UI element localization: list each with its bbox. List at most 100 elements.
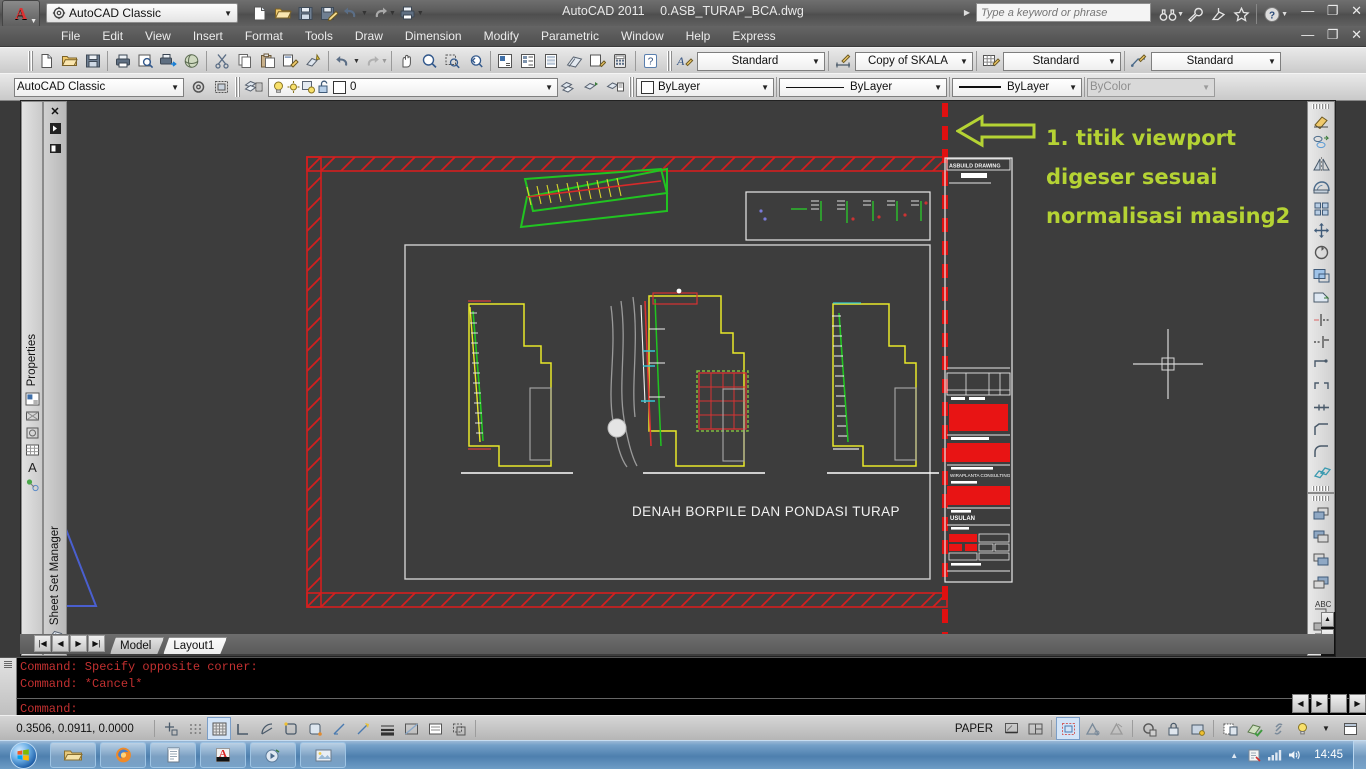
lineweight-display-icon[interactable] (375, 717, 399, 740)
clean-screen-icon[interactable] (1338, 717, 1362, 740)
workspace-toolbar-dropdown[interactable]: AutoCAD Classic ▼ (14, 77, 184, 97)
firefox-icon[interactable] (100, 742, 146, 768)
workspace-lock-icon[interactable] (210, 76, 233, 98)
chevron-down-icon[interactable]: ▼ (810, 57, 822, 66)
xref-panel-icon[interactable] (25, 409, 40, 426)
scale-icon[interactable] (1309, 264, 1333, 286)
selectioncycling-icon[interactable] (447, 717, 471, 740)
toolbar-gripper[interactable] (1312, 496, 1330, 501)
dimension-style-dropdown[interactable]: Copy of SKALA ▼ (854, 51, 973, 71)
saveas-icon[interactable] (317, 2, 340, 24)
save-icon[interactable] (294, 2, 317, 24)
last-layout-button[interactable]: ▶| (88, 635, 105, 652)
media-icon[interactable] (250, 742, 296, 768)
star-icon[interactable] (1230, 3, 1253, 25)
undo-icon[interactable] (340, 2, 363, 24)
viewport-layout-icon[interactable] (1023, 717, 1047, 740)
chevron-down-icon[interactable]: ▼ (1067, 83, 1079, 92)
plot-icon[interactable] (111, 50, 134, 72)
linetype-dropdown[interactable]: ByLayer ▼ (779, 77, 947, 97)
menu-help[interactable]: Help (675, 27, 722, 45)
menu-express[interactable]: Express (721, 27, 786, 45)
undo-dropdown-icon[interactable]: ▼ (353, 58, 360, 65)
scroll-left-icon[interactable]: ◀ (1292, 694, 1309, 713)
layer-make-current-icon[interactable] (581, 76, 604, 98)
menu-modify[interactable]: Modify (473, 27, 530, 45)
chevron-down-icon[interactable]: ▼ (1266, 57, 1278, 66)
acrobat-icon[interactable]: A (200, 742, 246, 768)
chevron-down-icon[interactable]: ▼ (1106, 57, 1118, 66)
toolbar-gripper[interactable] (1312, 104, 1330, 109)
bring-above-icon[interactable] (1309, 548, 1333, 571)
matchprop-icon[interactable] (279, 50, 302, 72)
move-icon[interactable] (1309, 220, 1333, 242)
properties-palette[interactable]: Properties A (21, 101, 43, 656)
grid-icon[interactable] (207, 717, 231, 740)
ducs-icon[interactable] (327, 717, 351, 740)
notepad-icon[interactable] (150, 742, 196, 768)
chevron-down-icon[interactable]: ▼ (169, 83, 181, 92)
tab-layout1[interactable]: Layout1 (163, 637, 227, 654)
zoom-previous-icon[interactable] (464, 50, 487, 72)
undo-dropdown-icon[interactable]: ▼ (361, 10, 368, 17)
chamfer-icon[interactable] (1309, 418, 1333, 440)
volume-icon[interactable] (1284, 745, 1304, 765)
open-icon[interactable] (271, 2, 294, 24)
tray-menu-icon[interactable]: ▼ (1314, 717, 1338, 740)
show-hidden-icon[interactable]: ▲ (1224, 745, 1244, 765)
close-button[interactable]: ✕ (1351, 3, 1362, 18)
mleader-style-icon[interactable] (1128, 50, 1151, 72)
chevron-down-icon[interactable]: ▼ (224, 9, 235, 18)
chevron-down-icon[interactable]: ▼ (759, 83, 771, 92)
polar-icon[interactable] (255, 717, 279, 740)
blockeditor-icon[interactable] (302, 50, 325, 72)
taskbar-clock[interactable]: 14:45 (1304, 749, 1353, 761)
point-panel-icon[interactable] (25, 478, 40, 495)
palette-menu-icon[interactable] (49, 142, 62, 158)
save-icon[interactable] (81, 50, 104, 72)
binoculars-icon[interactable] (1156, 3, 1179, 25)
workspace-settings-icon[interactable] (187, 76, 210, 98)
close-icon[interactable]: ✕ (50, 105, 59, 118)
drawing-canvas[interactable]: DENAH BORPILE DAN PONDASI TURAP ASBUILD … (20, 100, 1336, 657)
markupset-icon[interactable] (586, 50, 609, 72)
table-style-icon[interactable] (980, 50, 1003, 72)
minimize-button[interactable]: — (1301, 3, 1314, 18)
mirror-icon[interactable] (1309, 154, 1333, 176)
layer-previous-icon[interactable] (558, 76, 581, 98)
model-space-icon[interactable] (999, 717, 1023, 740)
help-icon[interactable]: ? (1260, 3, 1283, 25)
table-panel-icon[interactable] (25, 443, 40, 460)
tray-notification-icon[interactable] (1290, 717, 1314, 740)
first-layout-button[interactable]: |◀ (34, 635, 51, 652)
freeze-viewport-icon[interactable] (301, 80, 316, 94)
doc-minimize-button[interactable]: — (1301, 27, 1314, 42)
rotate-icon[interactable] (1309, 242, 1333, 264)
annotation-scale-icon[interactable] (1056, 717, 1080, 740)
table-style-dropdown[interactable]: Standard ▼ (1002, 51, 1121, 71)
menu-tools[interactable]: Tools (294, 27, 344, 45)
menu-view[interactable]: View (134, 27, 182, 45)
sheet-set-manager-palette[interactable]: ✕ Sheet Set Manager (43, 101, 67, 656)
3dorbit-icon[interactable] (180, 50, 203, 72)
space-label[interactable]: PAPER (949, 723, 999, 735)
satellite-icon[interactable] (1207, 3, 1230, 25)
dyn-icon[interactable] (351, 717, 375, 740)
extend-icon[interactable] (1309, 330, 1333, 352)
redo-icon[interactable] (368, 2, 391, 24)
scroll-end-icon[interactable]: ▶ (1349, 694, 1366, 713)
text-style-icon[interactable]: A (674, 50, 697, 72)
lineweight-dropdown[interactable]: ByLayer ▼ (952, 77, 1082, 97)
transparency-icon[interactable] (399, 717, 423, 740)
fillet-icon[interactable] (1309, 440, 1333, 462)
copy-icon[interactable] (233, 50, 256, 72)
sheetset-icon[interactable] (563, 50, 586, 72)
layer-dropdown[interactable]: 0 ▼ (268, 77, 558, 97)
join-icon[interactable] (1309, 396, 1333, 418)
designcenter-icon[interactable] (517, 50, 540, 72)
autoscale-icon[interactable] (1104, 717, 1128, 740)
unlock-icon[interactable] (316, 80, 331, 94)
scroll-right-icon[interactable]: ▶ (1311, 694, 1328, 713)
infocenter-expand-icon[interactable]: ▶ (964, 8, 970, 17)
quickproperties-icon[interactable] (423, 717, 447, 740)
